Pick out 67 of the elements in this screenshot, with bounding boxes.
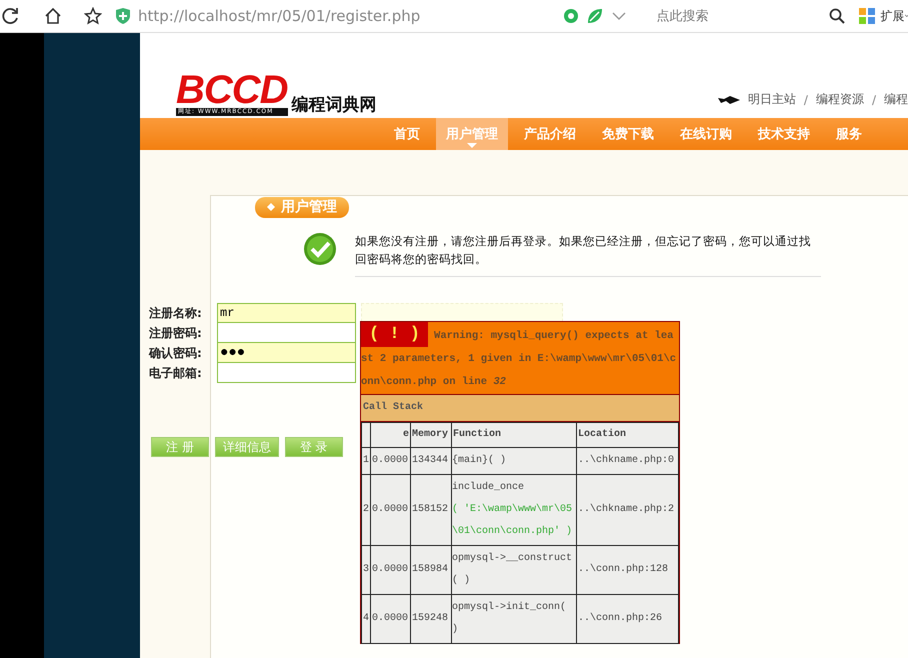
nav-item[interactable]: 服务 — [826, 118, 872, 150]
table-cell: 3 — [362, 546, 370, 594]
nav-item[interactable]: 用户管理 — [436, 118, 508, 150]
field-label: 电子邮箱: — [149, 365, 203, 382]
search-field[interactable]: 点此搜索 — [654, 8, 828, 24]
column-header: e — [370, 422, 410, 448]
input-field[interactable]: mr — [217, 303, 356, 323]
table-cell: ..\conn.php:128 — [576, 546, 678, 594]
nav-item[interactable]: 技术支持 — [748, 118, 820, 150]
form-button[interactable]: 注 册 — [151, 437, 209, 457]
input-field[interactable] — [217, 363, 356, 383]
table-cell: 2 — [362, 474, 370, 546]
column-header: Function — [452, 422, 576, 448]
top-link[interactable]: 明日主站 — [748, 91, 796, 108]
table-cell: opmysql->init_conn( ) — [452, 594, 576, 644]
table-cell: 159248 — [410, 594, 452, 644]
diamond-icon — [267, 203, 275, 211]
site-name: 编程词典网 — [292, 94, 377, 116]
table-cell: include_once ( 'E:\wamp\www\mr\05\01\conn\conn.php' ) — [452, 474, 576, 546]
extensions-menu[interactable]: 扩展 — [880, 8, 904, 24]
field-label: 注册密码: — [149, 325, 203, 342]
bird-icon — [718, 94, 740, 104]
table-cell: 0.0000 — [370, 474, 410, 546]
table-cell: opmysql->__construct( ) — [452, 546, 576, 594]
warning-message: ( ! ) Warning: mysqli_query() expects at least 2 parameters, 1 given in E:\wamp\www\mr\05\01\conn\conn.php on line 32 — [361, 322, 679, 395]
table-cell: 0.0000 — [370, 546, 410, 594]
field-label: 确认密码: — [149, 345, 203, 362]
check-icon — [303, 232, 337, 266]
nav-item[interactable]: 在线订购 — [670, 118, 742, 150]
input-field[interactable]: ●●● — [217, 343, 356, 363]
form-button[interactable]: 详细信息 — [214, 437, 279, 457]
table-cell: ..\chkname.php:0 — [576, 448, 678, 474]
shield-icon — [114, 7, 132, 25]
logo-wordmark[interactable]: BCCD — [176, 72, 288, 108]
separator: / — [804, 92, 808, 106]
table-cell: {main}( ) — [452, 448, 576, 474]
top-link[interactable]: 编程 — [884, 91, 908, 108]
home-icon[interactable] — [44, 7, 62, 25]
nav-item[interactable]: 免费下载 — [592, 118, 664, 150]
column-header: Location — [576, 422, 678, 448]
table-cell: 0.0000 — [370, 448, 410, 474]
grid-icon[interactable] — [858, 7, 876, 25]
separator: / — [872, 92, 876, 106]
nav-item[interactable]: 产品介绍 — [514, 118, 586, 150]
table-cell: 158984 — [410, 546, 452, 594]
table-cell: 134344 — [410, 448, 452, 474]
nav-item[interactable]: 首页 — [384, 118, 430, 150]
reload-icon[interactable] — [2, 7, 20, 25]
table-cell: 4 — [362, 594, 370, 644]
table-cell: 1 — [362, 448, 370, 474]
notice-text: 如果您没有注册，请您注册后再登录。如果您已经注册，但忘记了密码，您可以通过找回密码将您的密码找回。 — [355, 232, 821, 277]
table-cell: 0.0000 — [370, 594, 410, 644]
leaf-icon[interactable] — [586, 7, 604, 25]
search-icon[interactable] — [828, 7, 846, 25]
panel-title-text: 用户管理 — [281, 198, 337, 216]
call-stack-title: Call Stack — [361, 395, 679, 422]
flower-icon[interactable] — [562, 7, 580, 25]
table-cell: 158152 — [410, 474, 452, 546]
table-cell: ..\conn.php:26 — [576, 594, 678, 644]
column-header: Memory — [410, 422, 452, 448]
field-label: 注册名称: — [149, 305, 203, 322]
star-icon[interactable] — [84, 7, 102, 25]
table-cell: ..\chkname.php:2 — [576, 474, 678, 546]
input-field[interactable] — [217, 323, 356, 343]
address-bar-url[interactable]: http://localhost/mr/05/01/register.php — [138, 7, 420, 25]
top-link[interactable]: 编程资源 — [816, 91, 864, 108]
form-button[interactable]: 登 录 — [284, 437, 343, 457]
